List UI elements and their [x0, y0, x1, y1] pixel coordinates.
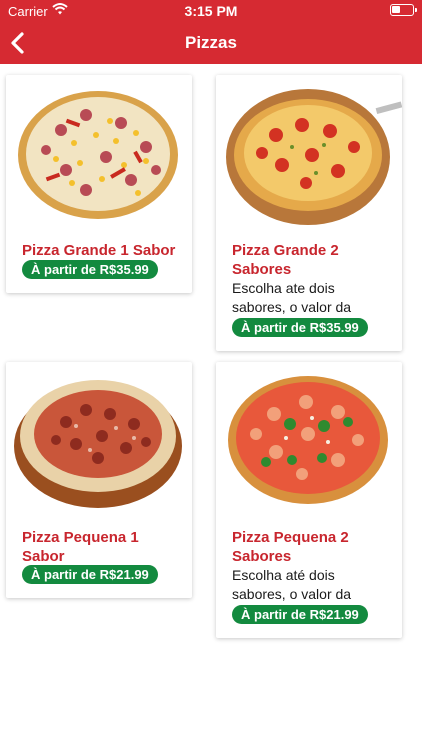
price-badge: À partir de R$21.99 — [232, 605, 368, 624]
product-name: Pizza Pequena 2 Sabores — [232, 529, 349, 565]
top-bar: Carrier 3:15 PM Pizzas — [0, 0, 422, 64]
navigation-bar: Pizzas — [0, 22, 422, 64]
pizza-bacon-board-image — [14, 380, 182, 508]
price-badge: À partir de R$35.99 — [232, 318, 368, 337]
product-card-pizza-pequena-1-sabor[interactable]: Pizza Pequena 1 Sabor À partir de R$21.9… — [6, 362, 192, 598]
pizza-tomato-cheese-board-image — [226, 89, 402, 225]
pizza-shrimp-broccoli-image — [228, 376, 388, 504]
product-card-pizza-grande-2-sabores[interactable]: Pizza Grande 2 Sabores Escolha ate dois … — [216, 75, 402, 351]
price-badge: À partir de R$35.99 — [22, 260, 158, 279]
product-card-pizza-grande-1-sabor[interactable]: Pizza Grande 1 Sabor À partir de R$35.99 — [6, 75, 192, 293]
product-name: Pizza Pequena 1 Sabor — [22, 529, 139, 565]
price-badge: À partir de R$21.99 — [22, 565, 158, 584]
battery-icon — [390, 4, 417, 16]
product-description: Escolha até dois sabores, o valor da cob… — [232, 567, 352, 606]
product-name: Pizza Grande 1 Sabor — [22, 242, 176, 259]
clock: 3:15 PM — [184, 3, 238, 19]
product-description: Escolha ate dois sabores, o valor da cob… — [232, 280, 352, 321]
pizza-pepperoni-corn-image — [18, 91, 178, 219]
product-card-pizza-pequena-2-sabores[interactable]: Pizza Pequena 2 Sabores Escolha até dois… — [216, 362, 402, 638]
status-bar: Carrier 3:15 PM — [0, 0, 422, 22]
page-title: Pizzas — [185, 33, 237, 52]
product-name: Pizza Grande 2 Sabores — [232, 242, 339, 278]
